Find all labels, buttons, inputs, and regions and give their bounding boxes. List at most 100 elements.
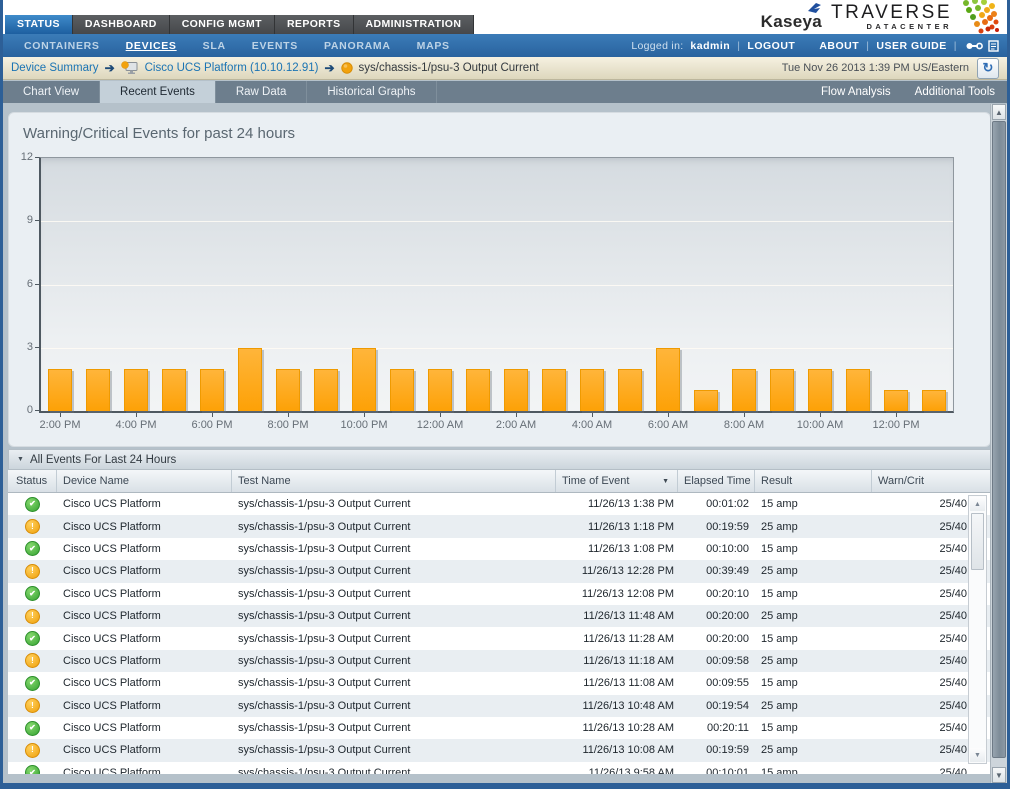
test-name-cell: sys/chassis-1/psu-3 Output Current <box>232 515 556 537</box>
x-axis-tick-label: 10:00 PM <box>340 419 387 431</box>
table-scrollbar-thumb[interactable] <box>971 513 984 570</box>
chart-bar[interactable] <box>352 348 376 411</box>
column-header-elapsed-time[interactable]: Elapsed Time <box>678 470 755 492</box>
chart-bar[interactable] <box>694 390 718 411</box>
table-scroll-up-icon[interactable]: ▲ <box>970 497 985 511</box>
gridline <box>41 285 953 286</box>
table-row[interactable]: ✔Cisco UCS Platformsys/chassis-1/psu-3 O… <box>8 538 991 560</box>
chart-bar[interactable] <box>808 369 832 411</box>
y-axis-tick <box>35 410 39 411</box>
chart-bar[interactable] <box>314 369 338 411</box>
view-tab-recent-events[interactable]: Recent Events <box>100 81 216 103</box>
chart-bar[interactable] <box>238 348 262 411</box>
events-section-header[interactable]: ▼ All Events For Last 24 Hours <box>8 449 991 470</box>
notes-icon[interactable] <box>988 40 999 52</box>
logout-link[interactable]: LOGOUT <box>747 40 795 52</box>
chart-bar[interactable] <box>656 348 680 411</box>
chart-bar[interactable] <box>428 369 452 411</box>
nav-tab-config-mgmt[interactable]: CONFIG MGMT <box>170 15 275 34</box>
view-tab-chart-view[interactable]: Chart View <box>3 81 100 103</box>
column-header-time-of-event[interactable]: Time of Event▼ <box>556 470 678 492</box>
subnav-item-containers[interactable]: CONTAINERS <box>11 40 113 52</box>
nav-tab-status[interactable]: STATUS <box>5 15 73 34</box>
subnav-item-maps[interactable]: MAPS <box>404 40 463 52</box>
time-of-event-cell: 11/26/13 1:38 PM <box>556 493 678 515</box>
tool-flow-analysis[interactable]: Flow Analysis <box>809 81 903 103</box>
events-table: ✔Cisco UCS Platformsys/chassis-1/psu-3 O… <box>8 493 991 774</box>
chart-bar[interactable] <box>466 369 490 411</box>
table-row[interactable]: !Cisco UCS Platformsys/chassis-1/psu-3 O… <box>8 515 991 537</box>
chart-bar[interactable] <box>846 369 870 411</box>
chart-bar[interactable] <box>618 369 642 411</box>
column-header-label: Status <box>16 475 47 487</box>
breadcrumb-device-link[interactable]: Cisco UCS Platform (10.10.12.91) <box>145 62 319 74</box>
nav-tab-administration[interactable]: ADMINISTRATION <box>354 15 475 34</box>
table-row[interactable]: !Cisco UCS Platformsys/chassis-1/psu-3 O… <box>8 605 991 627</box>
chart-bar[interactable] <box>200 369 224 411</box>
table-row[interactable]: ✔Cisco UCS Platformsys/chassis-1/psu-3 O… <box>8 672 991 694</box>
current-datetime: Tue Nov 26 2013 1:39 PM US/Eastern <box>782 62 969 74</box>
page-scroll-up-icon[interactable]: ▲ <box>992 104 1006 120</box>
page-scroll-down-icon[interactable]: ▼ <box>992 767 1006 783</box>
chart-bar[interactable] <box>542 369 566 411</box>
chart-bar[interactable] <box>732 369 756 411</box>
table-row[interactable]: ✔Cisco UCS Platformsys/chassis-1/psu-3 O… <box>8 762 991 774</box>
subnav-item-devices[interactable]: DEVICES <box>113 40 190 52</box>
column-header-result[interactable]: Result <box>755 470 872 492</box>
status-ok-icon: ✔ <box>25 721 40 736</box>
table-row[interactable]: ✔Cisco UCS Platformsys/chassis-1/psu-3 O… <box>8 627 991 649</box>
chart-bar[interactable] <box>580 369 604 411</box>
table-row[interactable]: ✔Cisco UCS Platformsys/chassis-1/psu-3 O… <box>8 717 991 739</box>
elapsed-time-cell: 00:39:49 <box>678 560 755 582</box>
column-header-status[interactable]: Status <box>8 470 57 492</box>
column-header-label: Test Name <box>238 475 291 487</box>
time-of-event-cell: 11/26/13 10:08 AM <box>556 739 678 761</box>
chart-bar[interactable] <box>770 369 794 411</box>
x-axis-tick <box>136 413 137 417</box>
y-axis-tick-label: 3 <box>9 341 33 353</box>
chart-bar[interactable] <box>922 390 946 411</box>
page-scrollbar-thumb[interactable] <box>992 121 1006 758</box>
refresh-button[interactable]: ↻ <box>977 58 999 79</box>
subnav-item-sla[interactable]: SLA <box>190 40 239 52</box>
table-row[interactable]: !Cisco UCS Platformsys/chassis-1/psu-3 O… <box>8 739 991 761</box>
table-scroll-down-icon[interactable]: ▼ <box>970 748 985 762</box>
status-warning-icon: ! <box>25 698 40 713</box>
table-row[interactable]: !Cisco UCS Platformsys/chassis-1/psu-3 O… <box>8 695 991 717</box>
chart-bar[interactable] <box>884 390 908 411</box>
sort-desc-icon[interactable]: ▼ <box>662 478 669 485</box>
view-tab-raw-data[interactable]: Raw Data <box>216 81 308 103</box>
time-of-event-cell: 11/26/13 9:58 AM <box>556 762 678 774</box>
chart-bar[interactable] <box>276 369 300 411</box>
column-header-device-name[interactable]: Device Name <box>57 470 232 492</box>
nav-tab-reports[interactable]: REPORTS <box>275 15 354 34</box>
table-row[interactable]: !Cisco UCS Platformsys/chassis-1/psu-3 O… <box>8 650 991 672</box>
column-header-test-name[interactable]: Test Name <box>232 470 556 492</box>
about-link[interactable]: ABOUT <box>819 40 859 52</box>
chart-bar[interactable] <box>124 369 148 411</box>
user-guide-link[interactable]: USER GUIDE <box>876 40 946 52</box>
key-icon[interactable] <box>966 41 983 51</box>
table-scrollbar[interactable]: ▲ ▼ <box>968 495 987 764</box>
tool-additional-tools[interactable]: Additional Tools <box>903 81 1007 103</box>
table-row[interactable]: ✔Cisco UCS Platformsys/chassis-1/psu-3 O… <box>8 583 991 605</box>
chart-bar[interactable] <box>162 369 186 411</box>
column-header-warn-crit[interactable]: Warn/Crit <box>872 470 991 492</box>
chart-bar[interactable] <box>48 369 72 411</box>
table-row[interactable]: !Cisco UCS Platformsys/chassis-1/psu-3 O… <box>8 560 991 582</box>
subnav-item-events[interactable]: EVENTS <box>239 40 311 52</box>
table-row[interactable]: ✔Cisco UCS Platformsys/chassis-1/psu-3 O… <box>8 493 991 515</box>
page-scrollbar[interactable]: ▲ ▼ <box>990 104 1007 783</box>
time-of-event-cell: 11/26/13 1:08 PM <box>556 538 678 560</box>
chart-bar[interactable] <box>390 369 414 411</box>
view-tab-historical-graphs[interactable]: Historical Graphs <box>307 81 436 103</box>
subnav-item-panorama[interactable]: PANORAMA <box>311 40 404 52</box>
breadcrumb-device-summary-link[interactable]: Device Summary <box>11 62 99 74</box>
events-table-header: Status Device Name Test Name Time of Event▼… <box>8 470 991 493</box>
device-icon <box>121 61 139 75</box>
chart-bar[interactable] <box>86 369 110 411</box>
x-axis-tick <box>592 413 593 417</box>
collapse-icon[interactable]: ▼ <box>17 456 24 463</box>
nav-tab-dashboard[interactable]: DASHBOARD <box>73 15 170 34</box>
chart-bar[interactable] <box>504 369 528 411</box>
